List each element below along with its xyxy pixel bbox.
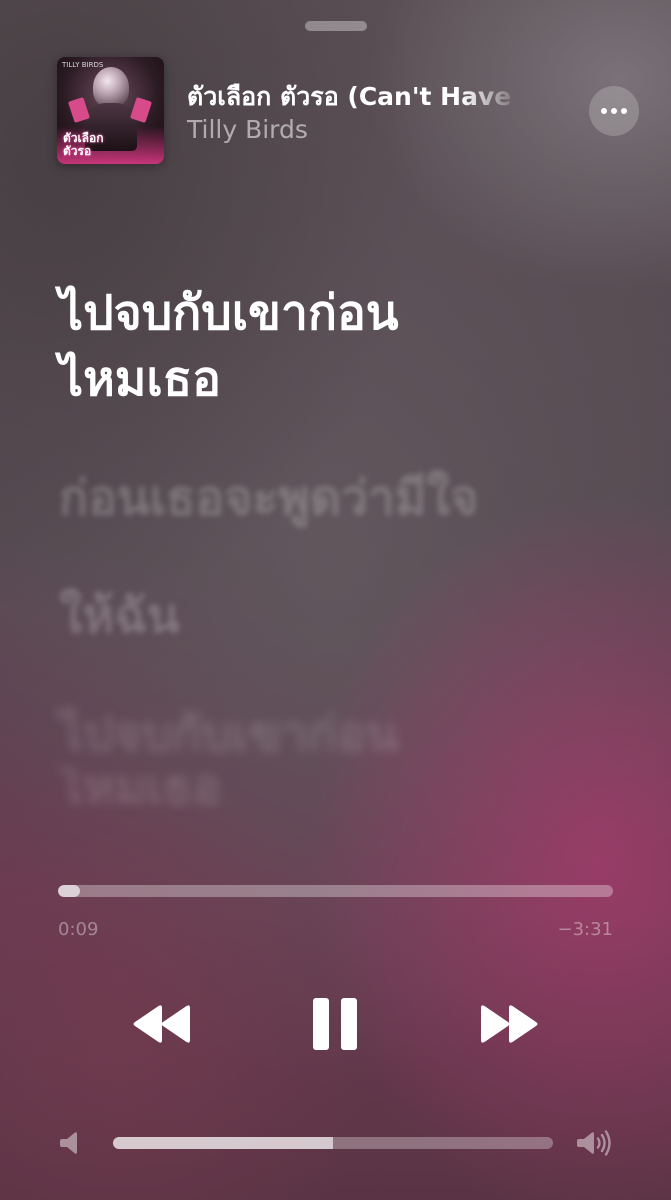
speaker-low-icon <box>60 1132 77 1154</box>
ellipsis-icon <box>601 108 607 114</box>
lyric-line-next[interactable]: ก่อนเธอจะพูดว่ามีใจ ให้ฉัน <box>59 465 631 649</box>
speaker-high-icon <box>577 1130 611 1156</box>
lyric-text: ให้ฉัน <box>59 588 180 644</box>
lyric-line-later[interactable]: ไปจบกับเขาก่อน ไหมเธอ <box>59 701 631 807</box>
fast-forward-button[interactable] <box>469 990 549 1058</box>
artwork-figure-head <box>93 67 129 107</box>
playback-scrubber[interactable] <box>58 885 613 897</box>
pause-icon <box>313 998 357 1050</box>
song-artist[interactable]: Tilly Birds <box>187 115 308 144</box>
lyric-text: ไปจบกับเขาก่อน <box>59 706 399 762</box>
lyrics-view[interactable]: ไปจบกับเขาก่อน ไหมเธอ ก่อนเธอจะพูดว่ามีใ… <box>59 280 631 807</box>
pause-button[interactable] <box>300 990 370 1058</box>
artwork-title: ตัวเลือก ตัวรอ <box>63 132 103 158</box>
elapsed-time: 0:09 <box>58 919 99 940</box>
volume-slider[interactable] <box>113 1137 553 1149</box>
rewind-button[interactable] <box>122 990 202 1058</box>
artwork-title-line-2: ตัวรอ <box>63 144 92 158</box>
artwork-card-right <box>129 97 153 123</box>
song-title[interactable]: ตัวเลือก ตัวรอ (Can't Have <box>187 77 522 117</box>
ellipsis-icon <box>611 108 617 114</box>
ellipsis-icon <box>621 108 627 114</box>
volume-level-fill <box>113 1137 333 1149</box>
remaining-time: −3:31 <box>557 919 613 940</box>
now-playing-header: TILLY BIRDS ตัวเลือก ตัวรอ ตัวเลือก ตัวร… <box>57 57 643 165</box>
lyric-text: ไหมเธอ <box>59 351 221 407</box>
transport-controls <box>0 990 671 1058</box>
artwork-brand: TILLY BIRDS <box>62 61 104 69</box>
lyric-text: ก่อนเธอจะพูดว่ามีใจ <box>59 470 479 526</box>
lyric-text: ไหมเธอ <box>59 767 221 807</box>
sheet-grabber[interactable] <box>305 21 367 31</box>
playback-progress-fill <box>58 885 81 897</box>
lyric-text: ไปจบกับเขาก่อน <box>59 285 399 341</box>
fast-forward-icon <box>481 1005 538 1043</box>
lyric-line-active[interactable]: ไปจบกับเขาก่อน ไหมเธอ <box>59 280 631 412</box>
more-options-button[interactable] <box>589 86 639 136</box>
artwork-card-left <box>67 97 91 123</box>
album-artwork[interactable]: TILLY BIRDS ตัวเลือก ตัวรอ <box>57 57 164 164</box>
rewind-icon <box>133 1005 190 1043</box>
volume-control <box>58 1128 613 1158</box>
